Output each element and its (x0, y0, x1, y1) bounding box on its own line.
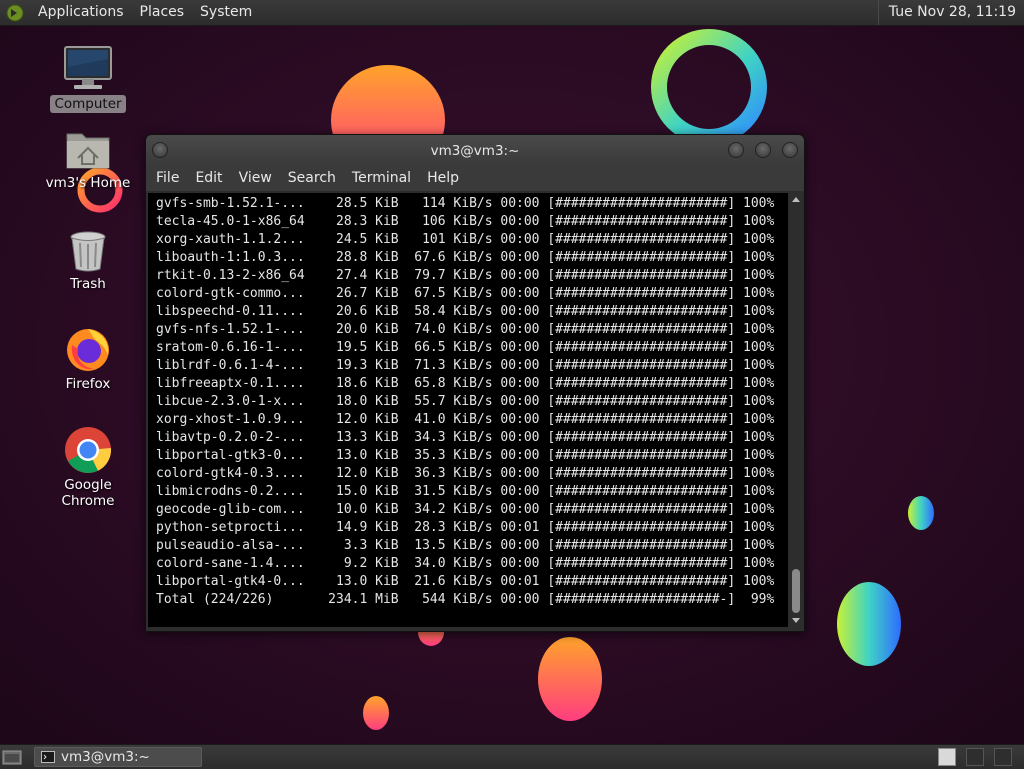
terminal-scrollbar[interactable] (790, 193, 802, 627)
trash-icon (70, 231, 106, 272)
applications-menu[interactable]: Applications (30, 0, 132, 25)
workspace-3[interactable] (994, 748, 1012, 766)
terminal-line: libavtp-0.2.0-2-... 13.3 KiB 34.3 KiB/s … (156, 430, 775, 445)
terminal-line: gvfs-nfs-1.52.1-... 20.0 KiB 74.0 KiB/s … (156, 322, 775, 337)
terminal-line: libmicrodns-0.2.... 15.0 KiB 31.5 KiB/s … (156, 484, 775, 499)
desktop-icon-computer[interactable]: Computer (33, 45, 143, 113)
terminal-line: libportal-gtk4-0... 13.0 KiB 21.6 KiB/s … (156, 574, 775, 589)
terminal-line: libfreeaptx-0.1.... 18.6 KiB 65.8 KiB/s … (156, 376, 775, 391)
terminal-line: rtkit-0.13-2-x86_64 27.4 KiB 79.7 KiB/s … (156, 268, 775, 283)
chrome-icon (65, 427, 111, 473)
terminal-line: colord-gtk4-0.3.... 12.0 KiB 36.3 KiB/s … (156, 466, 775, 481)
minimize-button[interactable] (728, 142, 744, 158)
taskbar-button-label: vm3@vm3:~ (61, 749, 150, 765)
workspace-1[interactable] (938, 748, 956, 766)
terminal-line: sratom-0.6.16-1-... 19.5 KiB 66.5 KiB/s … (156, 340, 775, 355)
scroll-down-arrow-icon[interactable] (792, 618, 800, 623)
view-menu[interactable]: View (231, 165, 280, 191)
terminal-line: xorg-xhost-1.0.9... 12.0 KiB 41.0 KiB/s … (156, 412, 775, 427)
system-menu[interactable]: System (192, 0, 260, 25)
scrollbar-thumb[interactable] (792, 569, 800, 613)
desktop-icon-trash[interactable]: Trash (33, 229, 143, 293)
desktop-icon-label: Computer (50, 95, 126, 113)
firefox-icon (67, 329, 109, 371)
terminal-line: colord-sane-1.4.... 9.2 KiB 34.0 KiB/s 0… (156, 556, 775, 571)
show-desktop-icon[interactable] (2, 748, 22, 765)
search-menu[interactable]: Search (280, 165, 344, 191)
desktop-icon-firefox[interactable]: Firefox (33, 325, 143, 393)
terminal-line: gvfs-smb-1.52.1-... 28.5 KiB 114 KiB/s 0… (156, 196, 775, 211)
help-menu[interactable]: Help (419, 165, 467, 191)
terminal-line: liboauth-1:1.0.3... 28.8 KiB 67.6 KiB/s … (156, 250, 775, 265)
bottom-panel: vm3@vm3:~ (0, 744, 1024, 769)
terminal-line: libspeechd-0.11.... 20.6 KiB 58.4 KiB/s … (156, 304, 775, 319)
terminal-line: libportal-gtk3-0... 13.0 KiB 35.3 KiB/s … (156, 448, 775, 463)
terminal-output[interactable]: gvfs-smb-1.52.1-... 28.5 KiB 114 KiB/s 0… (148, 193, 788, 627)
terminal-line: libcue-2.3.0-1-x... 18.0 KiB 55.7 KiB/s … (156, 394, 775, 409)
terminal-line: liblrdf-0.6.1-4-... 19.3 KiB 71.3 KiB/s … (156, 358, 775, 373)
places-menu[interactable]: Places (132, 0, 193, 25)
clock[interactable]: Tue Nov 28, 11:19 (877, 0, 1024, 25)
terminal-lines: gvfs-smb-1.52.1-... 28.5 KiB 114 KiB/s 0… (156, 193, 788, 609)
workspace-2[interactable] (966, 748, 984, 766)
maximize-button[interactable] (755, 142, 771, 158)
desktop-icon-label: vm3's Home (45, 175, 131, 191)
terminal-line: geocode-glib-com... 10.0 KiB 34.2 KiB/s … (156, 502, 775, 517)
desktop-icon-label: Trash (70, 276, 106, 292)
scroll-up-arrow-icon[interactable] (792, 197, 800, 202)
computer-icon (64, 46, 112, 89)
terminal-menubar: File Edit View Search Terminal Help (146, 165, 804, 191)
terminal-menu[interactable]: Terminal (344, 165, 419, 191)
terminal-line: pulseaudio-alsa-... 3.3 KiB 13.5 KiB/s 0… (156, 538, 775, 553)
window-menu-button[interactable] (152, 142, 168, 158)
window-titlebar[interactable]: vm3@vm3:~ (146, 135, 804, 165)
terminal-icon (41, 751, 55, 763)
desktop-icon-chrome[interactable]: Google Chrome (33, 426, 143, 510)
close-button[interactable] (782, 142, 798, 158)
terminal-window[interactable]: vm3@vm3:~ File Edit View Search Terminal… (145, 134, 805, 632)
terminal-line: colord-gtk-commo... 26.7 KiB 67.5 KiB/s … (156, 286, 775, 301)
terminal-line: xorg-xauth-1.1.2... 24.5 KiB 101 KiB/s 0… (156, 232, 775, 247)
top-panel: Applications Places System Tue Nov 28, 1… (0, 0, 1024, 26)
terminal-line: Total (224/226) 234.1 MiB 544 KiB/s 00:0… (156, 592, 775, 607)
file-menu[interactable]: File (148, 165, 187, 191)
desktop-icon-label: Firefox (65, 376, 111, 392)
desktop-icon-home[interactable]: vm3's Home (33, 128, 143, 192)
desktop-icon-label: Google Chrome (61, 477, 115, 509)
terminal-line: tecla-45.0-1-x86_64 28.3 KiB 106 KiB/s 0… (156, 214, 775, 229)
edit-menu[interactable]: Edit (187, 165, 230, 191)
taskbar-terminal-button[interactable]: vm3@vm3:~ (34, 747, 202, 767)
window-title: vm3@vm3:~ (430, 143, 520, 159)
terminal-line: python-setprocti... 14.9 KiB 28.3 KiB/s … (156, 520, 775, 535)
home-folder-icon (66, 133, 110, 169)
mate-logo-icon[interactable] (6, 4, 24, 22)
